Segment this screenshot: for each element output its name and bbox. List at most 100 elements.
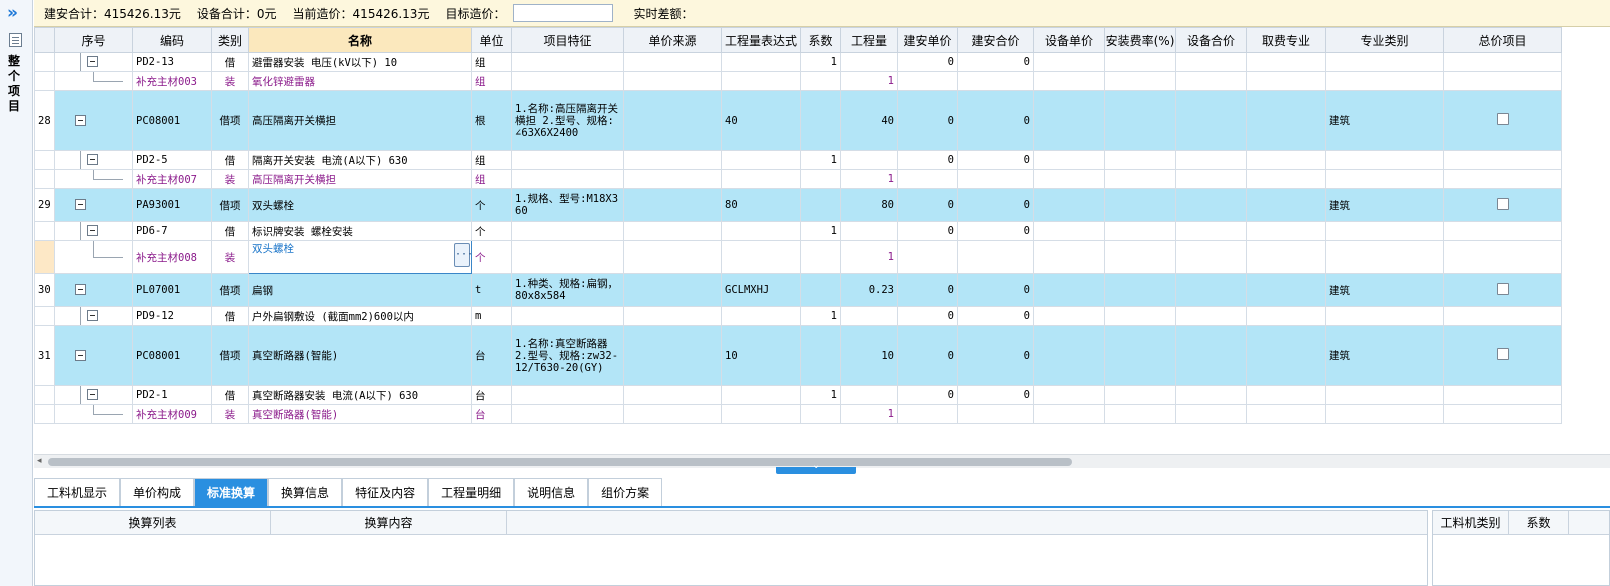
cell-total[interactable] [1443, 90, 1562, 151]
cell-eqtot[interactable] [1175, 306, 1247, 326]
cell-feature[interactable]: 1.种类、规格:扁钢，80x8x584 [511, 273, 624, 307]
cell-prof[interactable]: 建筑 [1325, 273, 1444, 307]
table-row[interactable]: PD2-13 借避雷器安装 电压(kV以下) 10 组 1 0 0 [34, 52, 1562, 72]
cell-jaup[interactable] [897, 240, 958, 274]
cell-total[interactable] [1443, 273, 1562, 307]
cell-src[interactable] [623, 150, 722, 170]
total-item-checkbox[interactable] [1496, 197, 1509, 210]
cell-code[interactable]: PD2-13 [132, 52, 212, 72]
scrollbar-thumb[interactable] [48, 458, 1072, 466]
collapse-icon[interactable] [87, 56, 98, 67]
cell-unit[interactable]: 组 [471, 52, 512, 72]
cell-feature[interactable] [511, 221, 624, 241]
total-item-checkbox[interactable] [1496, 348, 1509, 360]
tree-cell[interactable] [54, 385, 133, 405]
table-row[interactable]: 31 PC08001 借项 真空断路器(智能) 台 1.名称:真空断路器 2.型号、规格:… [34, 325, 1562, 386]
tree-cell[interactable] [54, 306, 133, 326]
col-header-8[interactable]: 系数 [800, 27, 841, 53]
cell-qty[interactable]: 1 [840, 71, 898, 91]
cell-code[interactable]: PD9-12 [132, 306, 212, 326]
cell-qty[interactable]: 80 [840, 188, 898, 222]
cell-feature[interactable] [511, 385, 624, 405]
cell-code[interactable]: 补充主材009 [132, 404, 212, 424]
cell-eqp[interactable] [1033, 404, 1105, 424]
cell-fee[interactable] [1246, 52, 1326, 72]
cell-coef[interactable]: 1 [800, 221, 841, 241]
table-row[interactable]: 补充主材009 装真空断路器(智能) 台 1 [34, 404, 1562, 424]
cell-rate[interactable] [1104, 71, 1176, 91]
cell-name[interactable]: 避雷器安装 电压(kV以下) 10 [248, 52, 472, 72]
more-options-button[interactable]: ··· [454, 243, 471, 267]
cell-code[interactable]: PC08001 [132, 325, 212, 386]
tab-5[interactable]: 工程量明细 [428, 478, 515, 506]
collapse-icon[interactable] [87, 310, 98, 321]
cell-coef[interactable] [800, 325, 841, 386]
col-header-11[interactable]: 建安合价 [957, 27, 1034, 53]
cell-unit[interactable]: 根 [471, 90, 512, 151]
cell-eqtot[interactable] [1175, 169, 1247, 189]
cell-eqp[interactable] [1033, 221, 1105, 241]
cell-expr[interactable] [721, 71, 801, 91]
cell-fee[interactable] [1246, 90, 1326, 151]
cell-fee[interactable] [1246, 325, 1326, 386]
cell-coef[interactable] [800, 169, 841, 189]
cell-jatot[interactable] [957, 240, 1034, 274]
table-row[interactable]: 补充主材007 装高压隔离开关横担组 1 [34, 169, 1562, 189]
cell-cat[interactable]: 借 [211, 221, 249, 241]
cell-fee[interactable] [1246, 306, 1326, 326]
cell-eqtot[interactable] [1175, 325, 1247, 386]
expand-panel-icon[interactable]: » [7, 5, 18, 22]
cell-eqp[interactable] [1033, 325, 1105, 386]
cell-jatot[interactable]: 0 [957, 150, 1034, 170]
cell-jaup[interactable]: 0 [897, 150, 958, 170]
cell-coef[interactable] [800, 188, 841, 222]
cell-rate[interactable] [1104, 404, 1176, 424]
tree-cell[interactable] [54, 273, 133, 307]
cell-rate[interactable] [1104, 306, 1176, 326]
cell-unit[interactable]: 台 [471, 385, 512, 405]
cell-cat[interactable]: 借 [211, 306, 249, 326]
cell-jatot[interactable]: 0 [957, 52, 1034, 72]
cell-eqp[interactable] [1033, 52, 1105, 72]
tree-cell[interactable] [54, 404, 133, 424]
cell-jaup[interactable]: 0 [897, 221, 958, 241]
cell-src[interactable] [623, 221, 722, 241]
cell-unit[interactable]: 个 [471, 221, 512, 241]
cell-expr[interactable] [721, 385, 801, 405]
cell-eqtot[interactable] [1175, 385, 1247, 405]
tree-cell[interactable] [54, 188, 133, 222]
cell-cat[interactable]: 装 [211, 240, 249, 274]
col-header-4[interactable]: 单位 [471, 27, 512, 53]
cell-eqtot[interactable] [1175, 71, 1247, 91]
col-header-7[interactable]: 工程量表达式 [721, 27, 801, 53]
cell-coef[interactable]: 1 [800, 52, 841, 72]
collapse-icon[interactable] [75, 114, 86, 126]
cell-cat[interactable]: 借项 [211, 188, 249, 222]
cell-name[interactable]: 高压隔离开关横担 [248, 169, 472, 189]
tab-3[interactable]: 换算信息 [268, 478, 343, 506]
tree-cell[interactable] [54, 221, 133, 241]
col-header-13[interactable]: 安装费率(%) [1104, 27, 1176, 53]
cell-coef[interactable]: 1 [800, 306, 841, 326]
target-cost-input[interactable] [513, 4, 614, 22]
cell-prof[interactable] [1325, 221, 1444, 241]
cell-qty[interactable]: 1 [840, 404, 898, 424]
cell-total[interactable] [1443, 188, 1562, 222]
cell-expr[interactable] [721, 240, 801, 274]
cell-unit[interactable]: 个 [471, 188, 512, 222]
cell-fee[interactable] [1246, 385, 1326, 405]
whole-project-label[interactable]: 整个项目 [6, 54, 22, 114]
col-header-6[interactable]: 单价来源 [623, 27, 722, 53]
cell-eqtot[interactable] [1175, 240, 1247, 274]
table-row[interactable]: PD6-7 借标识牌安装 螺栓安装个 1 0 0 [34, 221, 1562, 241]
cell-unit[interactable]: 台 [471, 325, 512, 386]
row-number-cell[interactable] [34, 306, 55, 326]
col-header-9[interactable]: 工程量 [840, 27, 898, 53]
cell-eqp[interactable] [1033, 169, 1105, 189]
col-header-1[interactable]: 编码 [132, 27, 212, 53]
cell-fee[interactable] [1246, 150, 1326, 170]
cell-total[interactable] [1443, 240, 1562, 274]
cell-cat[interactable]: 装 [211, 71, 249, 91]
col-header-14[interactable]: 设备合价 [1175, 27, 1247, 53]
cell-eqtot[interactable] [1175, 404, 1247, 424]
